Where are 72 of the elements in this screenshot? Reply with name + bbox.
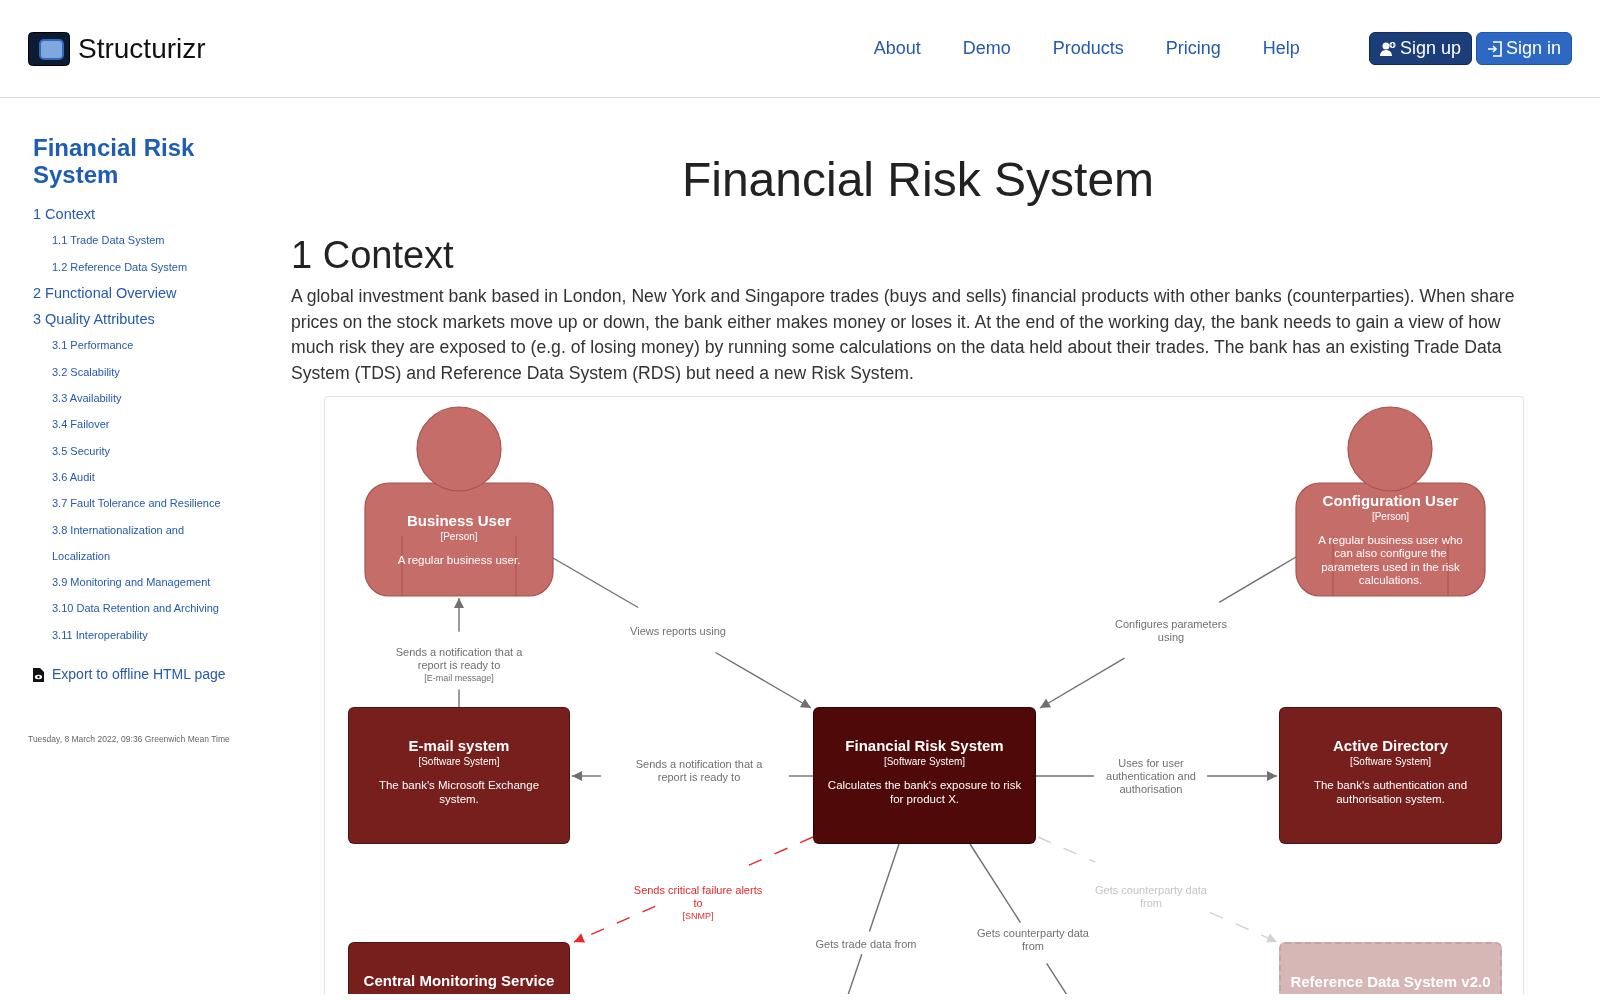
node-description: The bank's authentication and authorisation system. bbox=[1312, 779, 1469, 806]
export-link[interactable]: Export to offline HTML page bbox=[52, 664, 226, 686]
user-plus-icon bbox=[1379, 40, 1396, 57]
connector-arrow bbox=[1209, 911, 1278, 943]
node-title: Central Monitoring Service bbox=[363, 972, 555, 990]
nav-link[interactable]: About bbox=[873, 35, 921, 62]
connector-description: Views reports using bbox=[630, 624, 726, 638]
node-description: A regular business user. bbox=[397, 553, 521, 568]
nav-link[interactable]: Products bbox=[1052, 35, 1124, 62]
node-type: [Software System] bbox=[418, 755, 500, 769]
node-title: Active Directory bbox=[1332, 737, 1449, 755]
connector-line bbox=[458, 688, 460, 708]
nav-link[interactable]: Demo bbox=[962, 35, 1011, 62]
timestamp: Tuesday, 8 March 2022, 09:36 Greenwich Mean Time bbox=[28, 733, 231, 746]
node-title: Configuration User bbox=[1322, 491, 1459, 510]
node-title: Reference Data System v2.0 bbox=[1290, 973, 1491, 991]
sign-in-icon bbox=[1486, 40, 1502, 57]
sidebar-sublink[interactable]: 3.8 Internationalization and Localization bbox=[52, 516, 224, 570]
sidebar-sublink[interactable]: 3.3 Availability bbox=[52, 385, 122, 412]
sidebar-sublink[interactable]: 3.9 Monitoring and Management bbox=[52, 569, 211, 596]
sidebar-sublink[interactable]: 3.4 Failover bbox=[52, 411, 110, 438]
sign-up-button[interactable]: Sign up bbox=[1368, 32, 1472, 65]
connector-description: Sends critical failure alerts to bbox=[633, 884, 763, 910]
node-description: The bank's Microsoft Exchange system. bbox=[377, 779, 541, 806]
connector-arrow bbox=[571, 771, 602, 781]
logo-icon[interactable] bbox=[28, 31, 70, 66]
sidebar-title: Financial Risk System bbox=[33, 134, 196, 188]
node-description: A regular business user who can also configure the parameters used in the risk calculations. bbox=[1317, 533, 1464, 588]
node-type: [Person] bbox=[1371, 509, 1410, 524]
node-type: [Person] bbox=[440, 529, 478, 544]
connector-description: Configures parameters using bbox=[1114, 618, 1228, 644]
nav-link[interactable]: Pricing bbox=[1165, 35, 1221, 62]
connector-description: Uses for user authentication and authorisation bbox=[1105, 756, 1197, 796]
connector-technology: [SNMP] bbox=[682, 910, 714, 922]
connector-line bbox=[788, 775, 814, 777]
nav-link[interactable]: Help bbox=[1262, 35, 1300, 62]
sidebar-sublink[interactable]: 3.1 Performance bbox=[52, 332, 134, 359]
sidebar-sublink[interactable]: 1.1 Trade Data System bbox=[52, 227, 165, 254]
node-type: [Software System] bbox=[1349, 755, 1432, 769]
sign-in-button[interactable]: Sign in bbox=[1475, 32, 1572, 65]
sidebar-sublink[interactable]: 3.2 Scalability bbox=[52, 358, 120, 386]
node-title: E-mail system bbox=[408, 737, 510, 755]
sidebar-link[interactable]: 3 Quality Attributes bbox=[33, 306, 155, 333]
node-title: Financial Risk System bbox=[845, 737, 1004, 755]
connector-line bbox=[1035, 775, 1095, 777]
sidebar-sublink[interactable]: 3.10 Data Retention and Archiving bbox=[52, 595, 219, 622]
connector-technology: [E-mail message] bbox=[424, 672, 494, 684]
connector-description: Gets counterparty data from bbox=[1094, 884, 1208, 910]
connector-description: Sends a notification that a report is ready to bbox=[394, 646, 524, 672]
page-title: Financial Risk System bbox=[680, 152, 1156, 208]
connector-line bbox=[1045, 962, 1068, 994]
connector-description: Gets trade data from bbox=[815, 937, 917, 951]
connector-arrow bbox=[1206, 771, 1278, 781]
node-type: [Software System] bbox=[883, 755, 966, 769]
sidebar-sublink[interactable]: 1.2 Reference Data System bbox=[52, 253, 188, 280]
connector-description: Gets counterparty data from bbox=[976, 927, 1090, 953]
connector-description: Sends a notification that a report is ready to bbox=[634, 758, 764, 784]
sidebar-link[interactable]: 2 Functional Overview bbox=[33, 279, 177, 307]
node-title: Business User bbox=[406, 511, 512, 530]
section-heading: 1 Context bbox=[291, 233, 455, 278]
file-eye-icon bbox=[33, 667, 44, 682]
sidebar-sublink[interactable]: 3.11 Interoperability bbox=[52, 621, 148, 649]
sidebar-sublink[interactable]: 3.5 Security bbox=[52, 437, 111, 464]
logo-text[interactable]: Structurizr bbox=[78, 27, 206, 70]
sidebar-sublink[interactable]: 3.7 Fault Tolerance and Resilience bbox=[52, 490, 221, 517]
connector-arrow bbox=[454, 597, 464, 633]
connector-line bbox=[847, 953, 863, 994]
connector-line bbox=[1037, 836, 1097, 863]
node-description: Calculates the bank's exposure to risk for product X. bbox=[826, 779, 1023, 806]
section-paragraph: A global investment bank based in London, New York and Singapore trades (buys and sells) financial products with other banks (counterparties). When share prices on the stock markets move up or down, the bank either makes money or loses it. At the end of the working day, the bank needs to gain a view of how much risk they are exposed to (e.g. of losing money) by running some calculations on the data held about their trades. The bank has an existing Trade Data System (TDS) and Reference Data System (RDS) but need a new Risk System. bbox=[291, 285, 1516, 385]
sidebar-link[interactable]: 1 Context bbox=[33, 201, 96, 228]
sidebar-sublink[interactable]: 3.6 Audit bbox=[52, 463, 95, 491]
